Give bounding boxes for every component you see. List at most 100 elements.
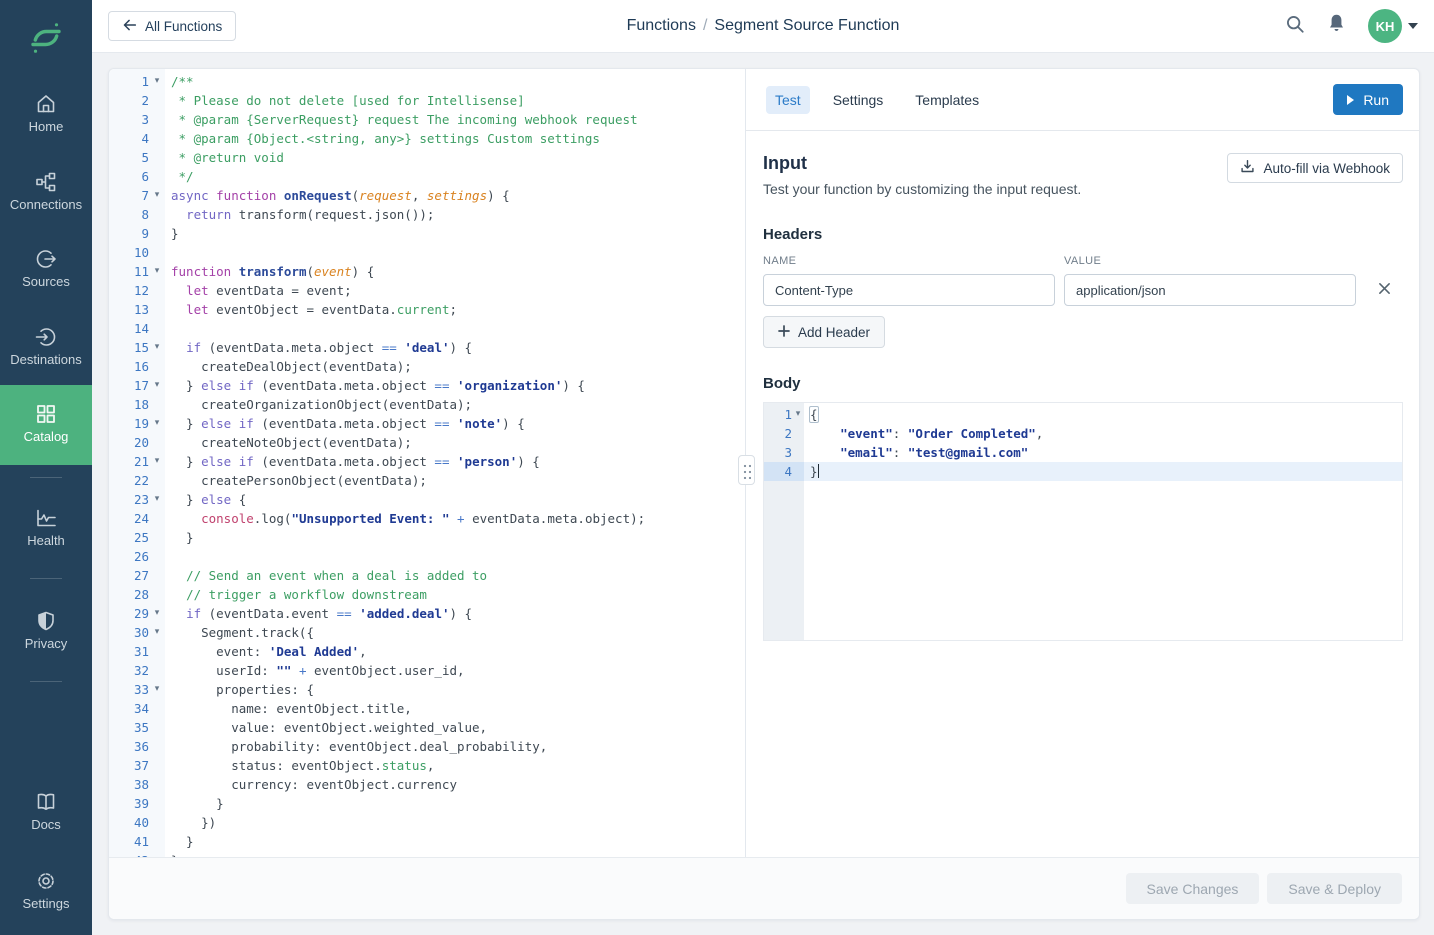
code-line[interactable]: 12 let eventData = event;: [109, 281, 745, 300]
code-line[interactable]: 23▾ } else {: [109, 490, 745, 509]
code-line[interactable]: 40 }): [109, 813, 745, 832]
code-line[interactable]: 1▾/**: [109, 72, 745, 91]
sidebar-item-destinations[interactable]: Destinations: [0, 326, 92, 367]
save-changes-button[interactable]: Save Changes: [1126, 873, 1260, 904]
header-value-label: VALUE: [1064, 255, 1356, 267]
breadcrumb-section[interactable]: Functions: [627, 17, 696, 34]
fold-arrow-icon[interactable]: ▾: [149, 452, 165, 471]
segment-logo-icon[interactable]: [26, 18, 66, 58]
fold-arrow-icon[interactable]: ▾: [149, 338, 165, 357]
sidebar-item-health[interactable]: Health: [0, 507, 92, 548]
code-line[interactable]: 1▾{: [764, 405, 1402, 424]
input-section-subtitle: Test your function by customizing the in…: [763, 181, 1081, 197]
code-line[interactable]: 5 * @return void: [109, 148, 745, 167]
code-line[interactable]: 34 name: eventObject.title,: [109, 699, 745, 718]
fold-arrow-icon[interactable]: ▾: [149, 414, 165, 433]
fold-arrow-icon[interactable]: ▾: [149, 623, 165, 642]
code-editor[interactable]: 1▾/**2 * Please do not delete [used for …: [109, 69, 746, 857]
add-header-label: Add Header: [798, 325, 870, 340]
code-line[interactable]: 13 let eventObject = eventData.current;: [109, 300, 745, 319]
code-line[interactable]: 36 probability: eventObject.deal_probabi…: [109, 737, 745, 756]
fold-spacer: [149, 433, 165, 452]
fold-spacer: [149, 813, 165, 832]
tab-settings[interactable]: Settings: [824, 86, 893, 114]
code-line[interactable]: 4 * @param {Object.<string, any>} settin…: [109, 129, 745, 148]
save-deploy-button[interactable]: Save & Deploy: [1267, 873, 1402, 904]
user-menu[interactable]: KH: [1368, 9, 1418, 43]
fold-spacer: [149, 566, 165, 585]
fold-arrow-icon[interactable]: ▾: [149, 186, 165, 205]
body-json-editor[interactable]: 1▾{2 "event": "Order Completed",3 "email…: [763, 402, 1403, 641]
code-line[interactable]: 25 }: [109, 528, 745, 547]
code-line[interactable]: 35 value: eventObject.weighted_value,: [109, 718, 745, 737]
sidebar-item-home[interactable]: Home: [0, 93, 92, 134]
text-caret: [818, 464, 820, 478]
sidebar-item-sources[interactable]: Sources: [0, 248, 92, 289]
code-line[interactable]: 7▾async function onRequest(request, sett…: [109, 186, 745, 205]
code-line[interactable]: 30▾ Segment.track({: [109, 623, 745, 642]
code-line[interactable]: 15▾ if (eventData.meta.object == 'deal')…: [109, 338, 745, 357]
code-line[interactable]: 10: [109, 243, 745, 262]
all-functions-back-button[interactable]: All Functions: [108, 11, 236, 41]
code-line[interactable]: 41 }: [109, 832, 745, 851]
header-value-input[interactable]: [1064, 274, 1356, 306]
code-line[interactable]: 38 currency: eventObject.currency: [109, 775, 745, 794]
code-line[interactable]: 11▾function transform(event) {: [109, 262, 745, 281]
fold-arrow-icon[interactable]: ▾: [149, 680, 165, 699]
code-line[interactable]: 22 createPersonObject(eventData);: [109, 471, 745, 490]
sidebar-item-docs[interactable]: Docs: [0, 791, 92, 832]
sidebar-item-settings[interactable]: Settings: [0, 870, 92, 911]
code-line[interactable]: 14: [109, 319, 745, 338]
code-line[interactable]: 39 }: [109, 794, 745, 813]
code-line[interactable]: 8 return transform(request.json());: [109, 205, 745, 224]
remove-header-button[interactable]: [1374, 280, 1394, 300]
code-line[interactable]: 26: [109, 547, 745, 566]
tab-templates[interactable]: Templates: [906, 86, 988, 114]
code-line[interactable]: 33▾ properties: {: [109, 680, 745, 699]
code-line[interactable]: 18 createOrganizationObject(eventData);: [109, 395, 745, 414]
fold-spacer: [149, 775, 165, 794]
code-line[interactable]: 37 status: eventObject.status,: [109, 756, 745, 775]
code-line[interactable]: 31 event: 'Deal Added',: [109, 642, 745, 661]
sidebar-item-catalog[interactable]: Catalog: [0, 385, 92, 465]
pane-splitter-handle[interactable]: [738, 455, 755, 485]
code-line[interactable]: 16 createDealObject(eventData);: [109, 357, 745, 376]
sidebar-item-privacy[interactable]: Privacy: [0, 610, 92, 651]
add-header-button[interactable]: Add Header: [763, 316, 885, 348]
code-line[interactable]: 3 "email": "test@gmail.com": [764, 443, 1402, 462]
sidebar-item-connections[interactable]: Connections: [0, 171, 92, 212]
code-line[interactable]: 29▾ if (eventData.event == 'added.deal')…: [109, 604, 745, 623]
run-button[interactable]: Run: [1333, 84, 1403, 115]
code-line[interactable]: 42}: [109, 851, 745, 857]
code-line[interactable]: 20 createNoteObject(eventData);: [109, 433, 745, 452]
code-line[interactable]: 24 console.log("Unsupported Event: " + e…: [109, 509, 745, 528]
arrow-left-icon: [122, 18, 137, 35]
code-line[interactable]: 27 // Send an event when a deal is added…: [109, 566, 745, 585]
fold-arrow-icon[interactable]: ▾: [149, 604, 165, 623]
autofill-webhook-button[interactable]: Auto-fill via Webhook: [1227, 153, 1403, 183]
code-line[interactable]: 6 */: [109, 167, 745, 186]
code-line[interactable]: 28 // trigger a workflow downstream: [109, 585, 745, 604]
code-line[interactable]: 32 userId: "" + eventObject.user_id,: [109, 661, 745, 680]
home-icon: [35, 93, 57, 115]
input-section-title: Input: [763, 153, 1081, 174]
code-line[interactable]: 2 "event": "Order Completed",: [764, 424, 1402, 443]
fold-arrow-icon[interactable]: ▾: [149, 262, 165, 281]
code-line[interactable]: 4}: [764, 462, 1402, 481]
code-line[interactable]: 9}: [109, 224, 745, 243]
search-icon[interactable]: [1285, 14, 1305, 39]
sidebar-divider: [30, 578, 62, 579]
code-line[interactable]: 17▾ } else if (eventData.meta.object == …: [109, 376, 745, 395]
fold-arrow-icon[interactable]: ▾: [149, 490, 165, 509]
fold-arrow-icon[interactable]: ▾: [792, 405, 804, 424]
header-name-input[interactable]: [763, 274, 1055, 306]
fold-arrow-icon[interactable]: ▾: [149, 376, 165, 395]
code-line[interactable]: 3 * @param {ServerRequest} request The i…: [109, 110, 745, 129]
code-line[interactable]: 2 * Please do not delete [used for Intel…: [109, 91, 745, 110]
tab-test[interactable]: Test: [766, 86, 810, 114]
code-line[interactable]: 19▾ } else if (eventData.meta.object == …: [109, 414, 745, 433]
avatar[interactable]: KH: [1368, 9, 1402, 43]
notifications-bell-icon[interactable]: [1327, 13, 1346, 39]
code-line[interactable]: 21▾ } else if (eventData.meta.object == …: [109, 452, 745, 471]
fold-arrow-icon[interactable]: ▾: [149, 72, 165, 91]
